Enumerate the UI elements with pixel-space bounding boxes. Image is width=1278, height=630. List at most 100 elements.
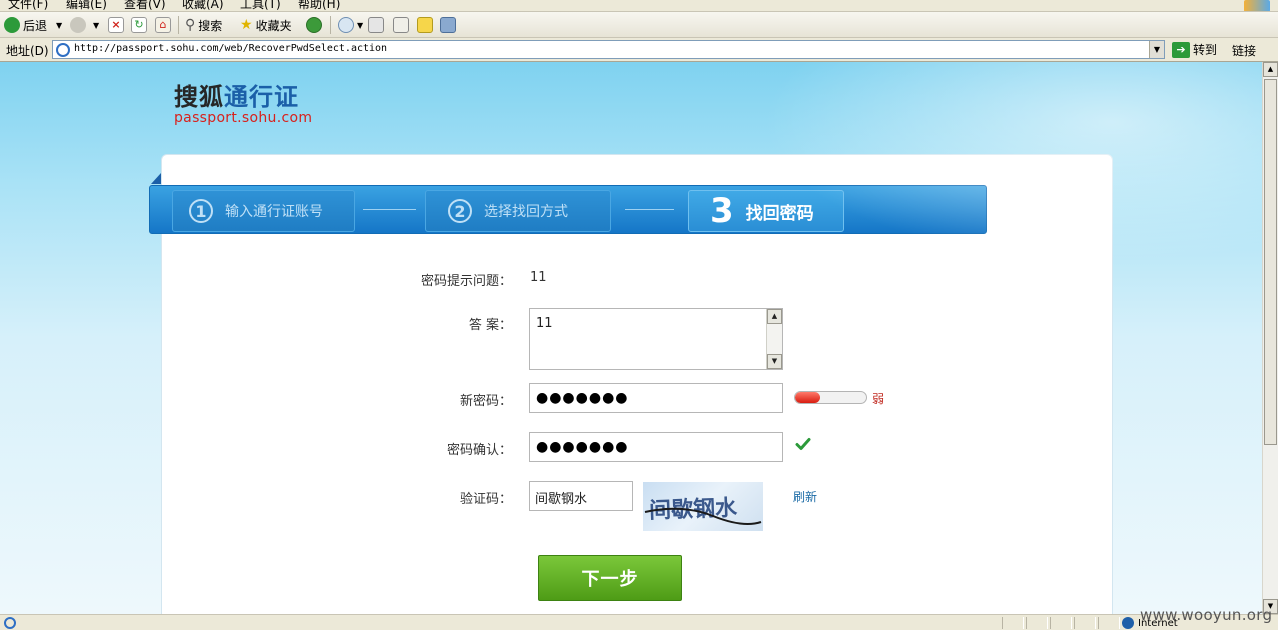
- menu-favorites[interactable]: 收藏(A): [182, 0, 224, 11]
- answer-value: 11: [536, 316, 553, 331]
- captcha-refresh-link[interactable]: 刷新: [793, 488, 817, 505]
- stop-icon: ×: [108, 17, 124, 33]
- mail-dropdown-icon[interactable]: ▼: [357, 21, 363, 30]
- question-value: 11: [530, 270, 547, 285]
- messenger-icon: [440, 17, 456, 33]
- status-cell: [1074, 617, 1096, 629]
- home-button[interactable]: ⌂: [155, 15, 171, 35]
- password-strength-meter: [794, 391, 867, 404]
- mail-button[interactable]: ▼: [338, 15, 363, 35]
- discuss-icon: [417, 17, 433, 33]
- messenger-button[interactable]: [440, 15, 456, 35]
- forward-button[interactable]: ▼: [70, 15, 99, 35]
- answer-scrollbar[interactable]: ▲ ▼: [766, 309, 782, 369]
- sohu-passport-logo[interactable]: 搜狐通行证 passport.sohu.com: [174, 84, 312, 126]
- history-icon: [306, 17, 322, 33]
- captcha-graphic: 间歇钢水: [644, 495, 762, 525]
- step-2-label: 选择找回方式: [484, 204, 568, 220]
- page-icon: [56, 43, 70, 57]
- windows-logo-icon: [1244, 0, 1270, 11]
- favorites-button[interactable]: ★ 收藏夹: [240, 15, 292, 35]
- internet-zone-icon: [1122, 617, 1134, 629]
- links-button[interactable]: 链接: [1232, 42, 1256, 59]
- captcha-image[interactable]: 间歇钢水: [643, 482, 763, 531]
- question-label: 密码提示问题：: [420, 274, 512, 289]
- step-connector: [625, 209, 674, 210]
- address-label: 地址(D): [6, 44, 49, 58]
- address-bar: 地址(D) http://passport.sohu.com/web/Recov…: [0, 38, 1278, 62]
- stop-button[interactable]: ×: [108, 15, 124, 35]
- address-input[interactable]: http://passport.sohu.com/web/RecoverPwdS…: [52, 40, 1165, 59]
- watermark: www.wooyun.org: [1140, 606, 1273, 624]
- refresh-button[interactable]: ↻: [131, 15, 147, 35]
- search-icon: ⚲: [185, 17, 196, 33]
- favorites-label: 收藏夹: [255, 18, 292, 33]
- scroll-thumb[interactable]: [1264, 79, 1277, 445]
- address-dropdown-icon[interactable]: ▼: [1149, 41, 1164, 58]
- back-dropdown-icon[interactable]: ▼: [56, 21, 62, 30]
- back-arrow-icon: [4, 17, 20, 33]
- status-cell: [1026, 617, 1048, 629]
- confirm-password-value: ●●●●●●●: [536, 439, 629, 455]
- new-password-label: 新密码：: [459, 394, 512, 409]
- search-button[interactable]: ⚲ 搜索: [185, 15, 222, 35]
- page-viewport: 搜狐通行证 passport.sohu.com 1 输入通行证账号 2 选择找回…: [0, 62, 1262, 614]
- menu-help[interactable]: 帮助(H): [298, 0, 340, 11]
- new-password-input[interactable]: ●●●●●●●: [529, 383, 783, 413]
- refresh-icon: ↻: [131, 17, 147, 33]
- answer-label: 答 案：: [468, 318, 512, 333]
- page-status-icon: [4, 617, 16, 629]
- logo-brand: 搜狐: [174, 83, 224, 111]
- step-2: 2 选择找回方式: [425, 190, 611, 232]
- step-2-number: 2: [448, 199, 472, 223]
- menu-tools[interactable]: 工具(T): [240, 0, 281, 11]
- forward-dropdown-icon[interactable]: ▼: [93, 21, 99, 30]
- logo-title: 搜狐通行证: [174, 84, 312, 110]
- confirm-password-input[interactable]: ●●●●●●●: [529, 432, 783, 462]
- print-button[interactable]: [368, 15, 384, 35]
- logo-product: 通行证: [224, 83, 299, 111]
- captcha-label: 验证码：: [459, 492, 512, 507]
- status-cell: [1002, 617, 1024, 629]
- steps-bar: 1 输入通行证账号 2 选择找回方式 3 找回密码: [149, 185, 987, 234]
- scroll-down-icon[interactable]: ▼: [767, 354, 782, 369]
- menu-view[interactable]: 查看(V): [124, 0, 166, 11]
- step-1-number: 1: [189, 199, 213, 223]
- edit-icon: [393, 17, 409, 33]
- go-button[interactable]: ➔ 转到: [1172, 41, 1217, 58]
- status-cell: [1050, 617, 1072, 629]
- page-scrollbar[interactable]: ▲ ▼: [1262, 62, 1278, 614]
- scroll-up-icon[interactable]: ▲: [767, 309, 782, 324]
- scroll-up-icon[interactable]: ▲: [1263, 62, 1278, 77]
- back-label: 后退: [23, 18, 48, 33]
- edit-button[interactable]: [393, 15, 409, 35]
- strength-fill: [795, 392, 820, 403]
- status-bar: Internet: [0, 614, 1278, 630]
- go-arrow-icon: ➔: [1172, 41, 1190, 58]
- strength-text: 弱: [872, 392, 885, 406]
- home-icon: ⌂: [155, 17, 171, 33]
- discuss-button[interactable]: [417, 15, 433, 35]
- mail-icon: [338, 17, 354, 33]
- menu-file[interactable]: 文件(F): [8, 0, 48, 11]
- star-icon: ★: [240, 17, 253, 33]
- confirm-password-label: 密码确认：: [446, 443, 512, 458]
- search-label: 搜索: [198, 18, 223, 33]
- print-icon: [368, 17, 384, 33]
- toolbar-separator: [330, 16, 331, 34]
- back-button[interactable]: 后退 ▼: [4, 15, 62, 35]
- steps-bar-fold: [151, 173, 161, 184]
- checkmark-icon: [795, 438, 811, 450]
- captcha-input[interactable]: 间歇钢水: [529, 481, 633, 511]
- menu-edit[interactable]: 编辑(E): [66, 0, 107, 11]
- answer-textarea[interactable]: 11 ▲ ▼: [529, 308, 783, 370]
- step-1-label: 输入通行证账号: [225, 204, 323, 220]
- browser-toolbar: 后退 ▼ ▼ × ↻ ⌂ ⚲ 搜索 ★ 收藏夹 ▼: [0, 12, 1278, 38]
- logo-subtitle: passport.sohu.com: [174, 110, 313, 126]
- menu-bar: 文件(F) 编辑(E) 查看(V) 收藏(A) 工具(T) 帮助(H): [0, 0, 1278, 12]
- next-step-button[interactable]: 下一步: [538, 555, 682, 601]
- history-button[interactable]: [306, 15, 322, 35]
- captcha-input-value: 间歇钢水: [535, 492, 588, 507]
- step-1: 1 输入通行证账号: [172, 190, 355, 232]
- toolbar-separator: [178, 16, 179, 34]
